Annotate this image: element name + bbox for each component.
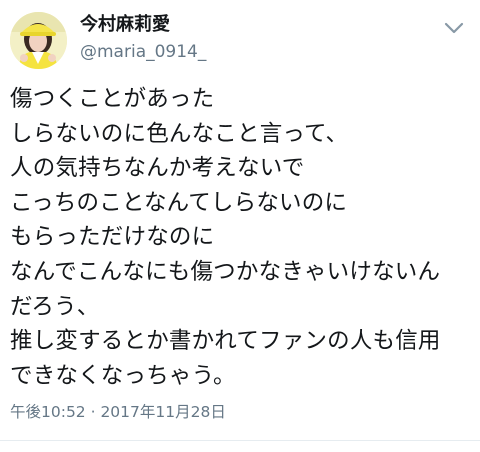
tweet-text-line: 傷つくことがあった — [10, 86, 215, 112]
avatar[interactable] — [10, 12, 67, 69]
tweet-text-line: だろう、 — [10, 293, 100, 320]
divider — [0, 440, 480, 441]
tweet-text-line: しらないのに色んなこと言って、 — [10, 120, 349, 147]
tweet-card: 今村麻莉愛 @maria_0914_ 傷つくことがあった しらないのに色んなこと… — [0, 0, 480, 452]
tweet-text-line: もらっただけなのに — [10, 224, 215, 251]
display-name[interactable]: 今村麻莉愛 — [80, 13, 170, 37]
user-handle[interactable]: @maria_0914_ — [80, 41, 206, 63]
tweet-text-line: 推し変するとか書かれてファンの人も信用 — [10, 328, 441, 355]
tweet-text-line: こっちのことなんてしらないのに — [10, 189, 348, 216]
tweet-text-line: できなくなっちゃう。 — [10, 362, 236, 389]
tweet-text-line: なんでこんなにも傷つかなきゃいけないん — [10, 258, 441, 285]
tweet-timestamp[interactable]: 午後10:52 · 2017年11月28日 — [10, 402, 226, 422]
chevron-down-icon[interactable] — [442, 18, 466, 38]
tweet-text: 傷つくことがあった しらないのに色んなこと言って、 人の気持ちなんか考えないで … — [10, 82, 472, 393]
avatar-photo — [10, 12, 67, 69]
tweet-text-line: 人の気持ちなんか考えないで — [10, 155, 305, 182]
